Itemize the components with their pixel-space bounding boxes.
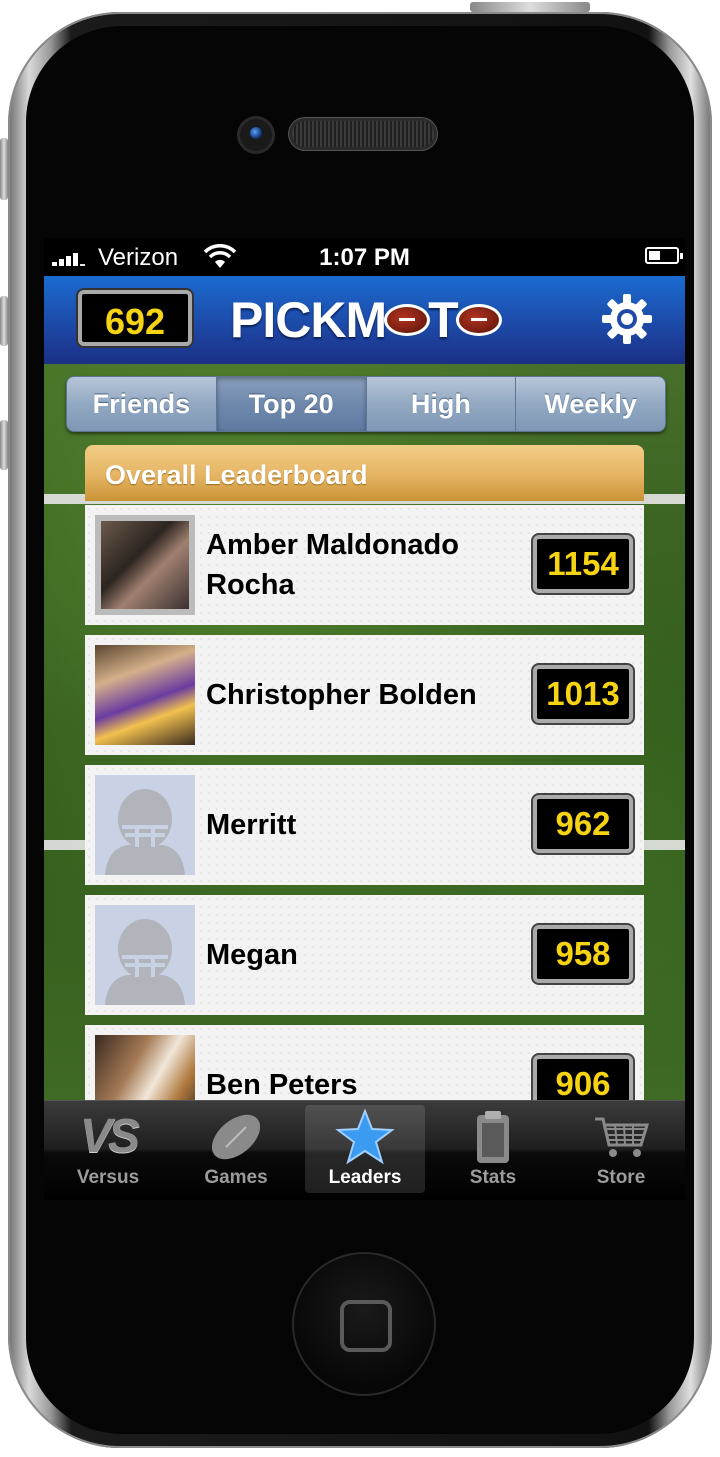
home-square-icon — [340, 1300, 392, 1352]
tab-stats[interactable]: Stats — [433, 1105, 553, 1193]
gear-icon[interactable] — [600, 292, 654, 346]
tab-store[interactable]: Store — [561, 1105, 681, 1193]
battery-icon — [645, 247, 683, 264]
logo-football-icon — [455, 304, 502, 336]
home-button[interactable] — [294, 1254, 434, 1394]
vs-icon: VS — [79, 1110, 140, 1163]
leaderboard-title: Overall Leaderboard — [85, 445, 644, 501]
leaderboard-row[interactable]: Christopher Bolden 1013 — [85, 635, 644, 755]
tab-label: Stats — [469, 1167, 517, 1188]
player-name: Christopher Bolden — [206, 679, 477, 711]
cart-icon — [595, 1117, 650, 1157]
player-name: Merritt — [206, 809, 297, 841]
player-score: 962 — [533, 795, 633, 853]
tab-label: Store — [596, 1167, 646, 1188]
tab-label: Leaders — [328, 1167, 402, 1188]
status-time: 1:07 PM — [319, 244, 410, 271]
tab-games[interactable]: Games — [176, 1105, 296, 1193]
power-button — [470, 2, 590, 12]
volume-up-button — [0, 296, 8, 346]
pickmoto-logo: PICKM T — [230, 290, 502, 350]
player-name: Amber Maldonado Rocha — [206, 529, 459, 601]
app-screen: Verizon 1:07 PM 692 PICKM T Friends Top … — [44, 238, 685, 1200]
tab-versus[interactable]: VS Versus — [48, 1105, 168, 1193]
logo-football-icon — [384, 304, 431, 336]
segment-top-20[interactable]: Top 20 — [216, 377, 367, 431]
avatar-placeholder-icon — [95, 905, 195, 1005]
volume-down-button — [0, 420, 8, 470]
avatar — [95, 515, 195, 615]
tab-label: Versus — [76, 1167, 140, 1188]
tab-label: Games — [204, 1167, 268, 1188]
tab-bar: VS Versus Games Leaders Stats Store — [44, 1100, 685, 1200]
leaderboard-row[interactable]: Megan 958 — [85, 895, 644, 1015]
segment-high[interactable]: High — [366, 377, 517, 431]
avatar-placeholder-icon — [95, 775, 195, 875]
silent-switch — [0, 138, 8, 200]
front-camera — [240, 119, 272, 151]
leaderboard-row[interactable]: Merritt 962 — [85, 765, 644, 885]
coin-counter[interactable]: 692 — [78, 290, 192, 346]
star-icon — [335, 1109, 395, 1165]
app-header: 692 PICKM T — [44, 276, 685, 365]
football-icon — [211, 1114, 261, 1160]
earpiece-speaker — [292, 121, 434, 147]
leaderboard-list: Amber Maldonado Rocha 1154 Christopher B… — [85, 505, 644, 1155]
player-score: 958 — [533, 925, 633, 983]
avatar — [95, 645, 195, 745]
leaderboard-row[interactable]: Amber Maldonado Rocha 1154 — [85, 505, 644, 625]
status-bar: Verizon 1:07 PM — [44, 238, 685, 276]
player-name: Megan — [206, 939, 298, 971]
segment-weekly[interactable]: Weekly — [516, 377, 665, 431]
segment-friends[interactable]: Friends — [67, 377, 217, 431]
player-score: 1013 — [533, 665, 633, 723]
leaderboard-filter: Friends Top 20 High Weekly — [66, 376, 666, 432]
tab-leaders[interactable]: Leaders — [305, 1105, 425, 1193]
clipboard-icon — [477, 1111, 509, 1163]
player-score: 1154 — [533, 535, 633, 593]
